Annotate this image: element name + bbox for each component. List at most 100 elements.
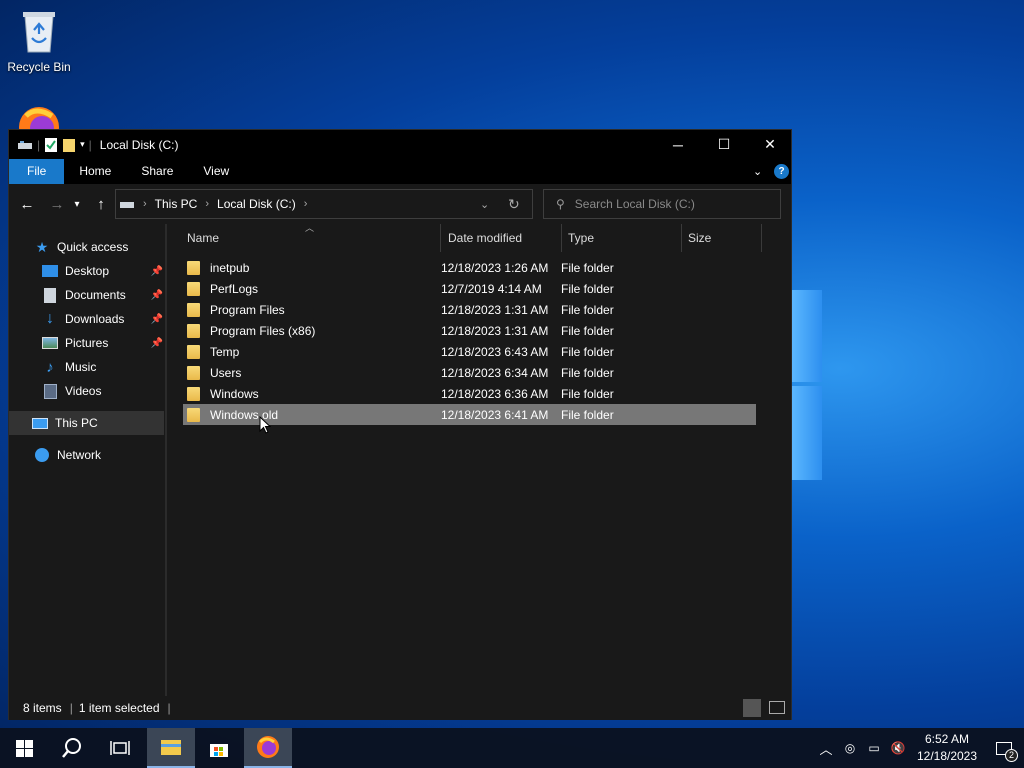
navigation-bar: ← → ▾ ↑ › This PC › Local Disk (C:) › ⌄ … [9, 184, 791, 224]
breadcrumb-separator: › [303, 198, 308, 210]
file-type: File folder [561, 386, 614, 401]
file-explorer-icon [161, 740, 181, 755]
file-name: inetpub [210, 260, 250, 275]
task-view-button[interactable] [96, 728, 144, 768]
taskbar: ︿ ◎ ▭ 🔇 6:52 AM 12/18/2023 2 [0, 728, 1024, 768]
nav-label: This PC [55, 416, 98, 430]
file-date: 12/18/2023 1:31 AM [441, 302, 549, 317]
folder-icon [187, 260, 200, 275]
item-count: 8 items [23, 701, 62, 715]
network-status-icon[interactable]: ▭ [862, 741, 886, 755]
volume-muted-icon[interactable]: 🔇 [886, 741, 910, 755]
address-dropdown-icon[interactable]: ⌄ [480, 198, 489, 211]
system-tray: ︿ ◎ ▭ 🔇 6:52 AM 12/18/2023 2 [814, 728, 1024, 768]
mouse-cursor-icon [259, 416, 271, 434]
recycle-bin-icon [23, 12, 55, 53]
file-name: Program Files (x86) [210, 323, 316, 338]
search-icon [62, 738, 81, 758]
list-item[interactable]: Temp 12/18/2023 6:43 AM File folder [183, 341, 756, 362]
star-icon: ★ [35, 238, 49, 255]
maximize-button[interactable]: ☐ [701, 130, 747, 159]
file-type: File folder [561, 260, 614, 275]
column-header-size[interactable]: Size [682, 224, 762, 252]
up-button[interactable]: ↑ [89, 192, 113, 216]
clock-date: 12/18/2023 [916, 749, 978, 763]
search-button[interactable] [48, 728, 96, 768]
nav-label: Music [65, 360, 97, 374]
downloads-icon: ↓ [46, 310, 54, 327]
recent-locations-chevron-icon[interactable]: ▾ [69, 192, 85, 216]
list-item[interactable]: Program Files 12/18/2023 1:31 AM File fold… [183, 299, 756, 320]
help-icon[interactable]: ? [774, 164, 789, 179]
tab-view[interactable]: View [188, 159, 244, 184]
action-center-button[interactable]: 2 [984, 728, 1024, 768]
desktop-icon [41, 263, 59, 279]
file-name: Users [210, 365, 242, 380]
desktop-icon-recycle-bin[interactable]: Recycle Bin [6, 8, 72, 74]
tab-share[interactable]: Share [126, 159, 188, 184]
list-item[interactable]: inetpub 12/18/2023 1:26 AM File folder [183, 257, 756, 278]
address-bar[interactable]: › This PC › Local Disk (C:) › ⌄ ↻ [115, 189, 533, 219]
refresh-icon[interactable]: ↻ [508, 196, 520, 213]
column-header-date-modified[interactable]: Date modified [442, 224, 562, 252]
list-item[interactable]: Users 12/18/2023 6:34 AM File folder [183, 362, 756, 383]
notification-count-badge: 2 [1005, 749, 1018, 762]
pin-icon: 📌 [150, 265, 163, 277]
list-item[interactable]: Windows 12/18/2023 6:36 AM File folder [183, 383, 756, 404]
clock[interactable]: 6:52 AM 12/18/2023 [910, 731, 984, 765]
file-name: Windows [210, 386, 259, 401]
breadcrumb-this-pc[interactable]: This PC [155, 197, 198, 211]
minimize-button[interactable]: ─ [655, 130, 701, 159]
large-icons-view-icon[interactable] [769, 701, 785, 714]
nav-this-pc[interactable]: This PC [9, 411, 164, 435]
file-date: 12/18/2023 6:43 AM [441, 344, 549, 359]
file-date: 12/18/2023 6:36 AM [441, 386, 549, 401]
list-item[interactable]: PerfLogs 12/7/2019 4:14 AM File folder [183, 278, 756, 299]
firefox-desktop-icon[interactable] [16, 104, 62, 130]
file-type: File folder [561, 365, 614, 380]
close-button[interactable]: ✕ [747, 130, 793, 159]
forward-button[interactable]: → [45, 192, 69, 216]
taskbar-firefox[interactable] [244, 728, 292, 768]
column-header-type[interactable]: Type [562, 224, 682, 252]
search-placeholder: Search Local Disk (C:) [574, 197, 695, 211]
computer-icon [31, 415, 49, 431]
tab-file[interactable]: File [9, 159, 65, 184]
file-date: 12/18/2023 1:31 AM [441, 323, 549, 338]
folder-icon [187, 302, 200, 317]
music-icon: ♪ [46, 358, 54, 376]
drive-icon [120, 202, 134, 208]
status-bar: 8 items | 1 item selected | [9, 696, 791, 720]
clock-time: 6:52 AM [924, 732, 970, 746]
breadcrumb-local-disk[interactable]: Local Disk (C:) [217, 197, 296, 211]
details-view-icon[interactable] [743, 699, 761, 717]
list-item[interactable]: Program Files (x86) 12/18/2023 1:31 AM Fil… [183, 320, 756, 341]
firefox-icon [257, 736, 279, 758]
separator: | [167, 701, 171, 715]
file-explorer-window: | ▾ | Local Disk (C:) ─ ☐ ✕ File Home Sh… [8, 129, 792, 720]
column-header-name[interactable]: Name [181, 224, 441, 252]
selected-count: 1 item selected [78, 701, 160, 715]
taskbar-microsoft-store[interactable] [195, 728, 243, 768]
nav-label: Downloads [65, 312, 125, 326]
expand-ribbon-icon[interactable]: ⌄ [753, 165, 762, 178]
search-input[interactable]: ⚲ Search Local Disk (C:) [543, 189, 781, 219]
pin-icon: 📌 [150, 289, 163, 301]
tab-home[interactable]: Home [64, 159, 126, 184]
back-button[interactable]: ← [15, 192, 39, 216]
folder-icon [187, 365, 200, 380]
title-bar: | ▾ | Local Disk (C:) ─ ☐ ✕ [9, 130, 791, 159]
network-icon [33, 447, 51, 463]
task-view-icon [110, 741, 130, 755]
breadcrumb-separator: › [143, 198, 147, 210]
show-hidden-icons-chevron-icon[interactable]: ︿ [814, 739, 838, 758]
start-button[interactable] [0, 728, 48, 768]
taskbar-file-explorer[interactable] [147, 728, 195, 768]
meet-now-icon[interactable]: ◎ [838, 741, 862, 755]
folder-icon [187, 386, 200, 401]
nav-label: Network [57, 448, 102, 462]
new-folder-icon[interactable] [62, 137, 76, 153]
quick-access-dropdown-icon[interactable]: ▾ [80, 139, 85, 150]
properties-icon[interactable] [44, 137, 58, 153]
file-date: 12/18/2023 6:41 AM [441, 407, 549, 422]
